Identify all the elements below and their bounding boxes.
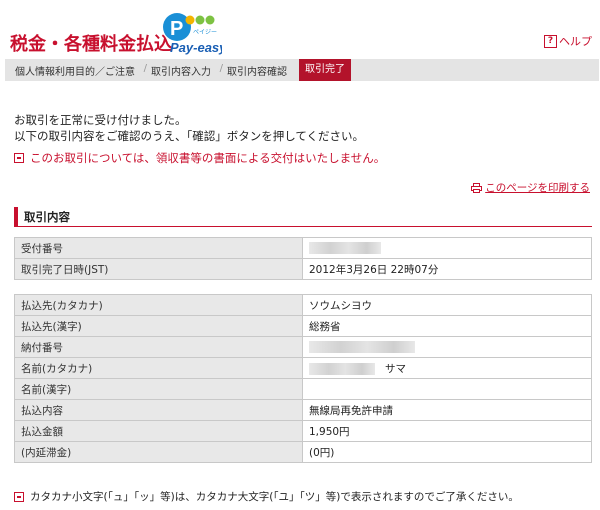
row-label: 取引完了日時(JST) (14, 258, 303, 280)
row-label: 名前(カタカナ) (14, 357, 303, 379)
row-value: 総務省 (302, 315, 592, 337)
table-row: 払込先(カタカナ) ソウムシヨウ (14, 294, 592, 316)
question-icon: ? (544, 34, 557, 48)
table-row: 払込金額 1,950円 (14, 420, 592, 442)
payment-table: 払込先(カタカナ) ソウムシヨウ 払込先(漢字) 総務省 納付番号 名前(カタカ… (14, 294, 592, 463)
row-value: 無線局再免許申請 (302, 399, 592, 421)
masked-value (309, 362, 375, 375)
pay-easy-logo: P ペイジー Pay-easy (163, 13, 222, 55)
print-page-link[interactable]: このページを印刷する (471, 180, 590, 195)
table-row: 受付番号 (14, 237, 592, 259)
table-row: 払込先(漢字) 総務省 (14, 315, 592, 337)
row-label: 受付番号 (14, 237, 303, 259)
table-row: (内延滞金) (0円) (14, 441, 592, 463)
row-value (302, 336, 592, 358)
row-value (302, 237, 592, 259)
row-label: 払込金額 (14, 420, 303, 442)
step-complete: 取引完了 (299, 59, 351, 81)
row-label: (内延滞金) (14, 441, 303, 463)
masked-value (309, 242, 381, 254)
message-accepted: お取引を正常に受け付けました。 (14, 113, 187, 127)
table-row: 納付番号 (14, 336, 592, 358)
row-label: 払込内容 (14, 399, 303, 421)
row-value: 2012年3月26日 22時07分 (302, 258, 592, 280)
masked-value (309, 341, 415, 353)
help-link[interactable]: ? ヘルプ (544, 33, 592, 49)
row-label: 名前(漢字) (14, 378, 303, 400)
row-value: サマ (302, 357, 592, 379)
row-label: 納付番号 (14, 336, 303, 358)
progress-steps: 個人情報利用目的／ご注意 取引内容入力 取引内容確認 取引完了 (5, 59, 599, 81)
help-label: ヘルプ (559, 35, 592, 48)
footnote: カタカナ小文字(「ュ」「ッ」等)は、カタカナ大文字(「ユ」「ツ」等)で表示されま… (14, 489, 519, 504)
footnote-text: カタカナ小文字(「ュ」「ッ」等)は、カタカナ大文字(「ユ」「ツ」等)で表示されま… (30, 491, 519, 503)
row-label: 払込先(漢字) (14, 315, 303, 337)
table-row: 払込内容 無線局再免許申請 (14, 399, 592, 421)
row-label: 払込先(カタカナ) (14, 294, 303, 316)
message-instruction: 以下の取引内容をご確認のうえ、「確認」ボタンを押してください。 (14, 129, 365, 143)
svg-text:P: P (170, 18, 183, 40)
transaction-table: 受付番号 取引完了日時(JST) 2012年3月26日 22時07分 (14, 237, 592, 280)
table-row: 名前(漢字) (14, 378, 592, 400)
row-value: (0円) (302, 441, 592, 463)
row-value: ソウムシヨウ (302, 294, 592, 316)
row-value (302, 378, 592, 400)
print-link-label: このページを印刷する (485, 182, 590, 194)
printer-icon (471, 182, 483, 193)
warning-message: このお取引については、領収書等の書面による交付はいたしません。 (14, 150, 385, 166)
row-value: 1,950円 (302, 420, 592, 442)
bullet-icon (14, 153, 24, 163)
bullet-icon (14, 491, 24, 502)
table-row: 取引完了日時(JST) 2012年3月26日 22時07分 (14, 258, 592, 280)
step-confirm: 取引内容確認 (227, 66, 287, 78)
warning-text: このお取引については、領収書等の書面による交付はいたしません。 (30, 151, 386, 165)
step-input: 取引内容入力 (141, 63, 223, 78)
svg-text:Pay-easy: Pay-easy (170, 40, 222, 55)
section-title: 取引内容 (14, 207, 592, 227)
svg-text:ペイジー: ペイジー (193, 29, 217, 36)
name-suffix: サマ (385, 362, 407, 375)
header: 税金・各種料金払込 P ペイジー Pay-easy ? ヘルプ (0, 0, 600, 58)
page-title: 税金・各種料金払込 (10, 34, 172, 55)
step-privacy: 個人情報利用目的／ご注意 (5, 63, 147, 78)
table-row: 名前(カタカナ) サマ (14, 357, 592, 379)
